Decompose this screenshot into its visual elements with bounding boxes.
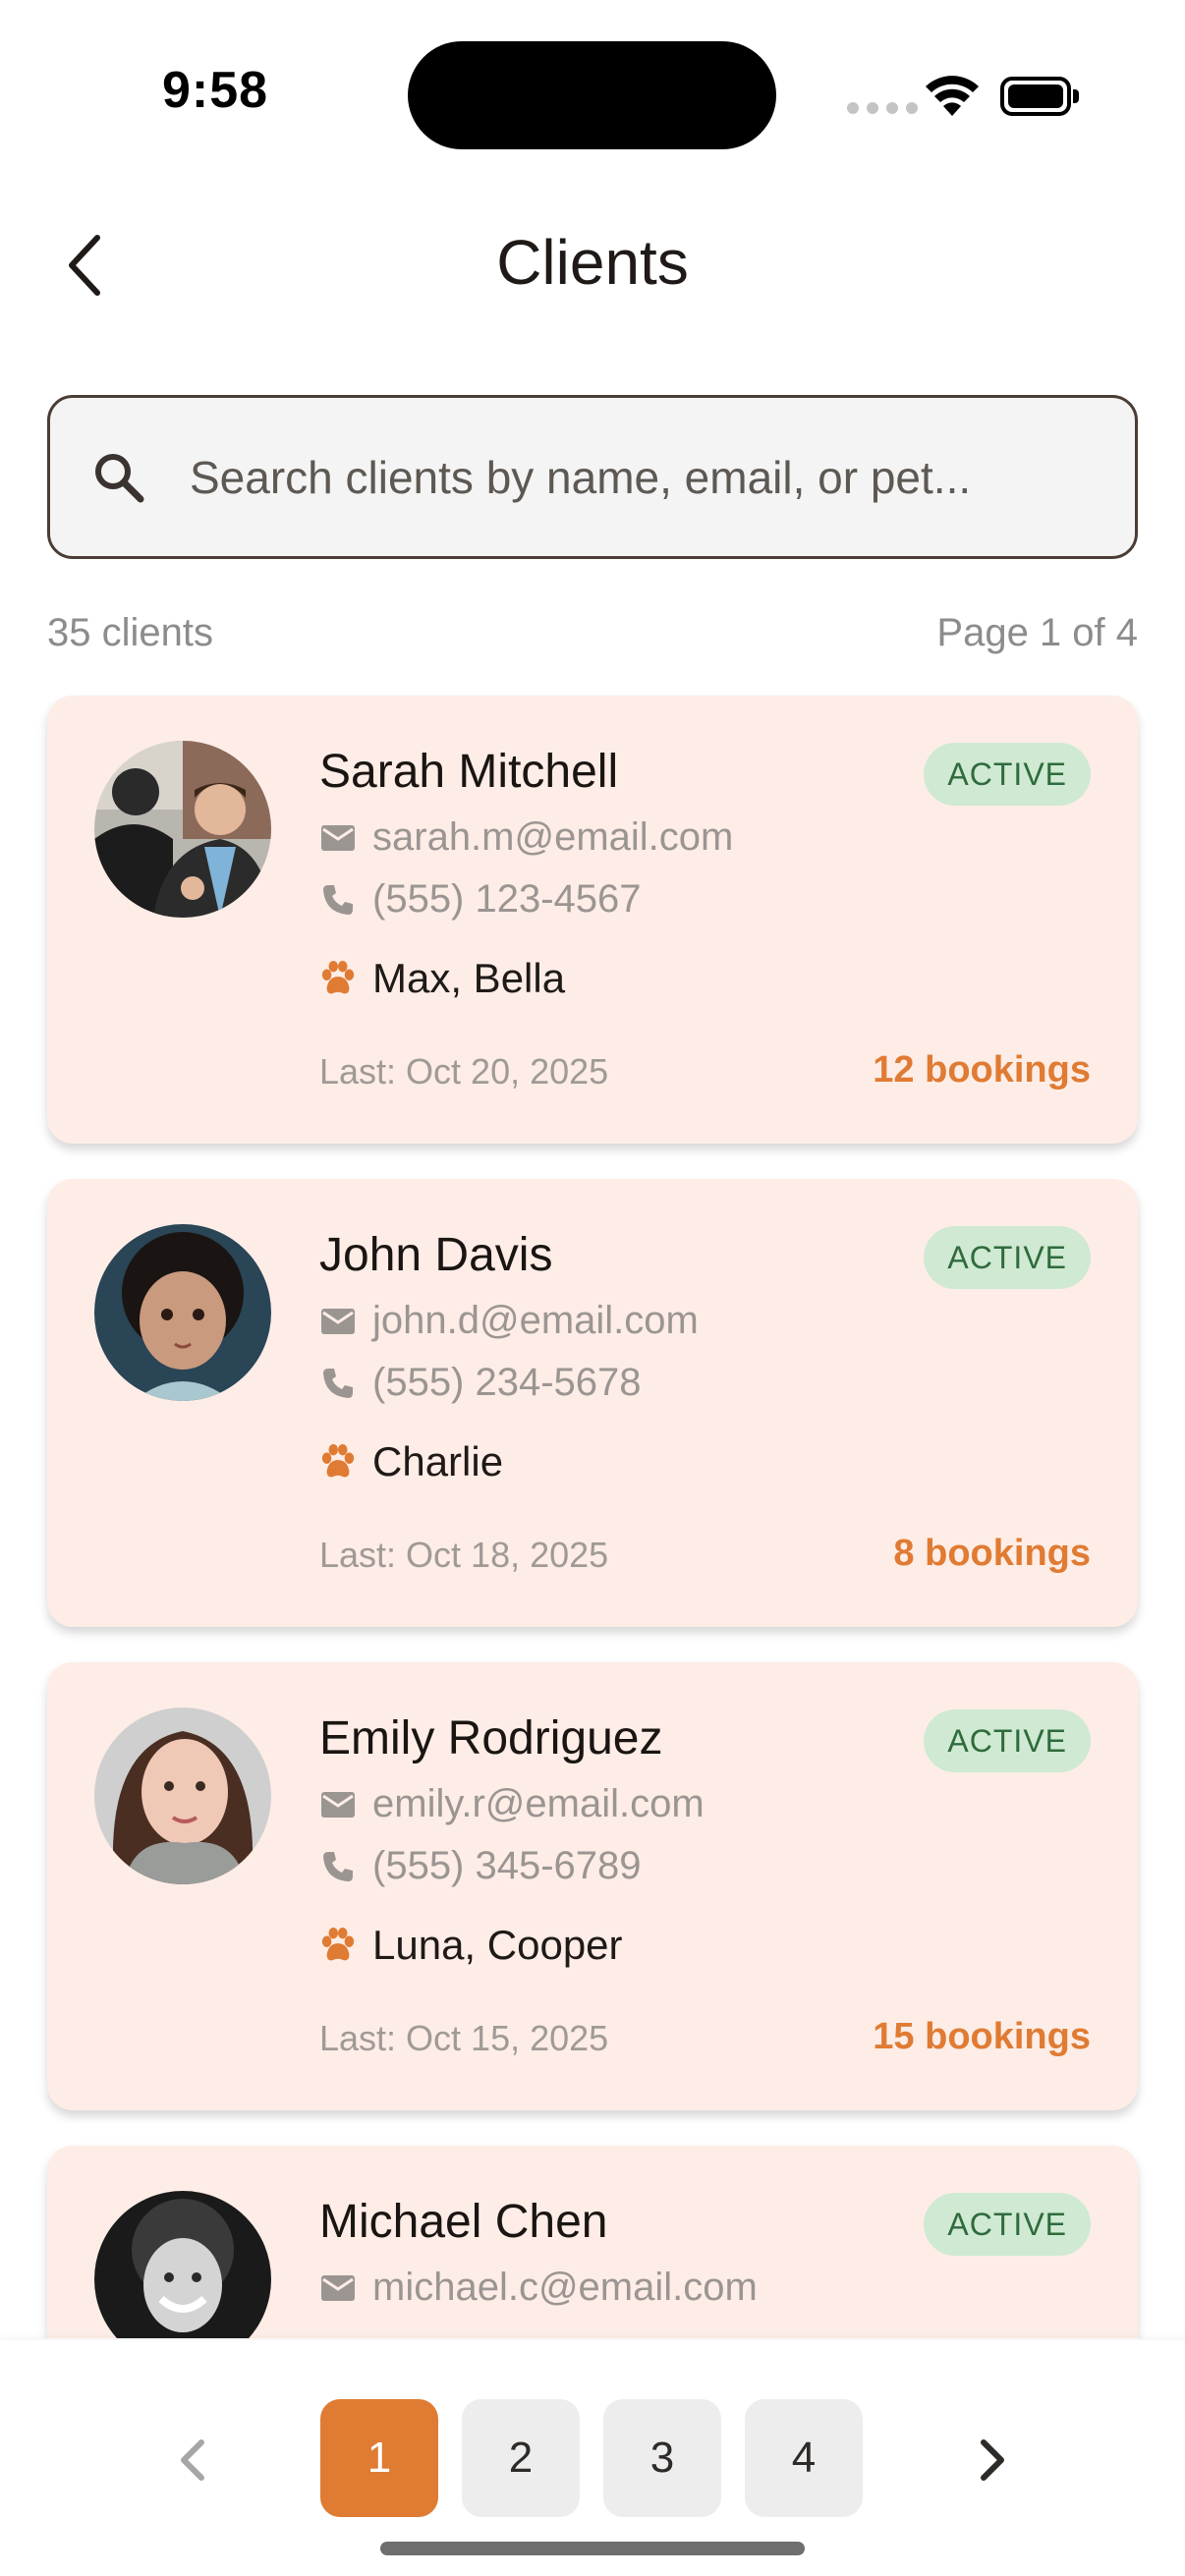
next-page-button[interactable] (959, 2401, 1028, 2519)
paw-icon (319, 1927, 357, 1964)
avatar (94, 1224, 271, 1401)
client-email: john.d@email.com (372, 1299, 699, 1342)
client-name: John Davis (319, 1229, 553, 1281)
mail-icon (319, 1303, 357, 1340)
clients-screen: 9:58 Clients 35 clients Page 1 of 4 (0, 0, 1185, 2576)
home-indicator (380, 2542, 805, 2555)
page-button-1[interactable]: 1 (320, 2399, 438, 2517)
avatar (94, 1708, 271, 1884)
booking-count: 8 bookings (893, 1533, 1091, 1574)
pets-row: Charlie (319, 1438, 503, 1485)
phone-icon (319, 881, 357, 919)
pets-row: Max, Bella (319, 955, 565, 1002)
client-email: sarah.m@email.com (372, 815, 734, 859)
client-name: Emily Rodriguez (319, 1712, 663, 1764)
avatar (94, 741, 271, 918)
client-list: Sarah Mitchell ACTIVE sarah.m@email.com … (0, 0, 1185, 2338)
previous-page-button[interactable] (157, 2401, 226, 2519)
status-badge: ACTIVE (924, 1226, 1091, 1289)
email-row: sarah.m@email.com (319, 815, 733, 860)
email-row: emily.r@email.com (319, 1782, 705, 1826)
client-pets: Luna, Cooper (372, 1922, 623, 1968)
avatar (94, 2191, 271, 2338)
client-card[interactable]: Emily Rodriguez ACTIVE emily.r@email.com… (47, 1662, 1138, 2110)
client-card[interactable]: John Davis ACTIVE john.d@email.com (555)… (47, 1179, 1138, 1627)
phone-row: (555) 234-5678 (319, 1361, 642, 1405)
client-phone: (555) 345-6789 (372, 1844, 642, 1887)
client-email: emily.r@email.com (372, 1782, 705, 1825)
booking-count: 12 bookings (873, 1049, 1091, 1091)
last-visit: Last: Oct 15, 2025 (319, 2018, 609, 2058)
client-name: Michael Chen (319, 2196, 608, 2248)
client-phone: (555) 234-5678 (372, 1361, 642, 1404)
chevron-left-icon (181, 2439, 204, 2481)
page-button-2[interactable]: 2 (462, 2399, 580, 2517)
booking-count: 15 bookings (873, 2016, 1091, 2057)
phone-row: (555) 123-4567 (319, 877, 642, 922)
phone-icon (319, 1848, 357, 1885)
client-pets: Charlie (372, 1438, 504, 1484)
email-row: john.d@email.com (319, 1299, 699, 1343)
last-visit: Last: Oct 20, 2025 (319, 1051, 609, 1092)
client-pets: Max, Bella (372, 955, 566, 1001)
mail-icon (319, 1786, 357, 1823)
pets-row: Luna, Cooper (319, 1922, 623, 1969)
page-button-3[interactable]: 3 (603, 2399, 721, 2517)
chevron-right-icon (981, 2439, 1004, 2481)
mail-icon (319, 2269, 357, 2307)
client-email: michael.c@email.com (372, 2266, 758, 2309)
paw-icon (319, 1443, 357, 1481)
email-row: michael.c@email.com (319, 2266, 758, 2310)
phone-icon (319, 1365, 357, 1402)
mail-icon (319, 819, 357, 857)
last-visit: Last: Oct 18, 2025 (319, 1535, 609, 1575)
status-badge: ACTIVE (924, 743, 1091, 806)
client-phone: (555) 123-4567 (372, 877, 642, 921)
client-card[interactable]: Michael Chen ACTIVE michael.c@email.com (47, 2146, 1138, 2338)
phone-row: (555) 345-6789 (319, 1844, 642, 1888)
status-badge: ACTIVE (924, 2193, 1091, 2256)
page-button-4[interactable]: 4 (745, 2399, 863, 2517)
paw-icon (319, 960, 357, 997)
status-badge: ACTIVE (924, 1709, 1091, 1772)
pagination-bar: 1 2 3 4 (0, 2340, 1185, 2576)
client-card[interactable]: Sarah Mitchell ACTIVE sarah.m@email.com … (47, 696, 1138, 1144)
client-name: Sarah Mitchell (319, 746, 619, 798)
